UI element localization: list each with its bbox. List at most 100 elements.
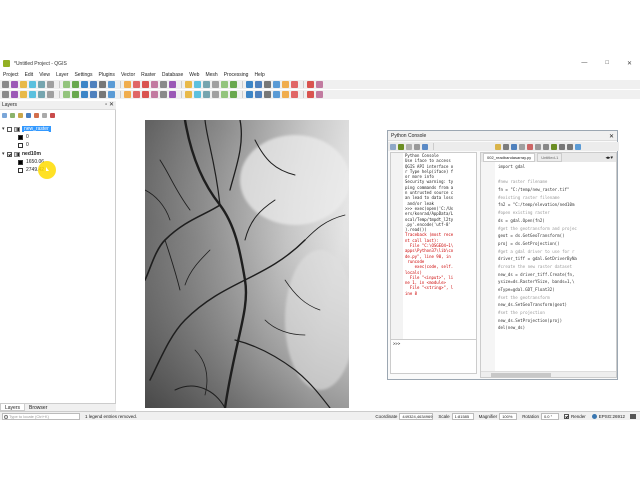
add-wms-icon[interactable] (63, 91, 70, 98)
crs-button[interactable]: EPSG:26912 (591, 413, 625, 419)
georeferencer-icon[interactable] (264, 91, 271, 98)
annotation-icon[interactable] (273, 81, 280, 88)
layer-item-new-raster[interactable]: ▾ new_raster (2, 125, 51, 133)
layer-item-ned10m[interactable]: ▾ ned10m (2, 150, 41, 158)
map-tips-icon[interactable] (291, 81, 298, 88)
show-bookmarks-icon[interactable] (169, 81, 176, 88)
filter-legend-icon[interactable] (26, 112, 31, 118)
expand-all-icon[interactable] (34, 112, 39, 118)
menu-plugins[interactable]: Plugins (99, 72, 115, 78)
move-label-icon[interactable] (230, 91, 237, 98)
vertex-tool-icon[interactable] (133, 91, 140, 98)
close-button[interactable]: ✕ (627, 60, 632, 67)
open-project-icon[interactable] (11, 81, 18, 88)
identify-icon[interactable] (194, 81, 201, 88)
change-label-icon[interactable] (255, 91, 262, 98)
remove-layer-icon[interactable] (50, 112, 55, 118)
redo-icon[interactable] (194, 91, 201, 98)
tab-script-file[interactable]: 002_readbandasarray.py (483, 153, 536, 162)
layer-visibility-checkbox[interactable] (7, 126, 12, 132)
add-raster-icon[interactable] (11, 91, 18, 98)
add-wfs-icon[interactable] (72, 91, 79, 98)
zoom-out-icon[interactable] (99, 81, 106, 88)
select-features-icon[interactable] (203, 81, 210, 88)
save-project-icon[interactable] (20, 81, 27, 88)
text-annotation-icon[interactable] (282, 81, 289, 88)
menu-vector[interactable]: Vector (121, 72, 135, 78)
paste-features-icon[interactable] (169, 91, 176, 98)
menu-raster[interactable]: Raster (141, 72, 156, 78)
metasearch-icon[interactable] (291, 91, 298, 98)
manage-map-themes-icon[interactable] (18, 112, 23, 118)
render-checkbox[interactable] (563, 413, 569, 419)
magnifier-field[interactable]: 100% (499, 412, 518, 420)
show-labels-icon[interactable] (221, 91, 228, 98)
pin-labels-icon[interactable] (212, 91, 219, 98)
db-manager-icon[interactable] (282, 91, 289, 98)
field-calculator-icon[interactable] (230, 81, 237, 88)
tab-scroll-arrows-icon[interactable]: ◂▸▾ (605, 155, 613, 161)
grass-tools-icon[interactable] (273, 91, 280, 98)
open-layer-styling-icon[interactable] (2, 112, 7, 118)
find-icon[interactable] (575, 143, 581, 150)
add-virtual-layer-icon[interactable] (47, 91, 54, 98)
plugins-icon[interactable] (316, 91, 323, 98)
deselect-icon[interactable] (212, 81, 219, 88)
new-project-icon[interactable] (2, 81, 9, 88)
add-delimited-text-icon[interactable] (29, 91, 36, 98)
save-as-icon[interactable] (29, 81, 36, 88)
layer-visibility-checkbox[interactable] (7, 151, 12, 157)
copy-features-icon[interactable] (160, 91, 167, 98)
open-attribute-table-icon[interactable] (221, 81, 228, 88)
python-console-icon[interactable] (307, 81, 314, 88)
menu-web[interactable]: Web (189, 72, 199, 78)
save-edits-icon[interactable] (108, 91, 115, 98)
toolbox-icon[interactable] (255, 81, 262, 88)
script-editor[interactable]: 002_readbandasarray.py Untitled-1 ◂▸▾ 1i… (480, 152, 617, 378)
options-icon[interactable] (414, 143, 420, 150)
measure-icon[interactable] (264, 81, 271, 88)
digitize-icon[interactable] (81, 91, 88, 98)
new-bookmark-icon[interactable] (160, 81, 167, 88)
pan-icon[interactable] (72, 81, 79, 88)
help-icon[interactable] (316, 81, 323, 88)
rotation-field[interactable]: 0.0 ° (540, 412, 559, 420)
statistics-icon[interactable] (246, 81, 253, 88)
menu-edit[interactable]: Edit (25, 72, 34, 78)
panel-float-close-icon[interactable]: ▫ ✕ (105, 101, 114, 110)
delete-selected-icon[interactable] (142, 91, 149, 98)
run-command-icon[interactable] (398, 143, 404, 150)
render-toggle[interactable]: Render (563, 413, 586, 419)
open-in-external-editor-icon[interactable] (503, 143, 509, 150)
comment-icon[interactable] (559, 143, 565, 150)
tab-layers[interactable]: Layers (0, 404, 26, 411)
scrollbar-thumb[interactable] (491, 373, 551, 377)
copy-icon[interactable] (535, 143, 541, 150)
minimize-button[interactable]: — (581, 60, 587, 67)
zoom-in-icon[interactable] (90, 81, 97, 88)
messages-icon[interactable] (630, 413, 636, 419)
style-manager-icon[interactable] (63, 81, 70, 88)
rotate-label-icon[interactable] (246, 91, 253, 98)
cut-icon[interactable] (527, 143, 533, 150)
add-spatialite-icon[interactable] (38, 91, 45, 98)
current-edits-icon[interactable] (90, 91, 97, 98)
zoom-selection-icon[interactable] (133, 81, 140, 88)
menu-view[interactable]: View (39, 72, 50, 78)
collapse-all-icon[interactable] (42, 112, 47, 118)
pan-to-selection-icon[interactable] (81, 81, 88, 88)
menu-help[interactable]: Help (254, 72, 264, 78)
open-script-icon[interactable] (495, 143, 501, 150)
maximize-button[interactable]: □ (605, 60, 609, 67)
help-icon[interactable] (422, 143, 428, 150)
processing-icon[interactable] (307, 91, 314, 98)
zoom-full-icon[interactable] (108, 81, 115, 88)
menu-database[interactable]: Database (162, 72, 183, 78)
refresh-icon[interactable] (185, 81, 192, 88)
label-toolbar-icon[interactable] (203, 91, 210, 98)
add-feature-icon[interactable] (124, 91, 131, 98)
zoom-last-icon[interactable] (142, 81, 149, 88)
scale-field[interactable]: 1:81585 (451, 412, 474, 420)
save-icon[interactable] (511, 143, 517, 150)
tab-browser[interactable]: Browser (25, 404, 51, 411)
